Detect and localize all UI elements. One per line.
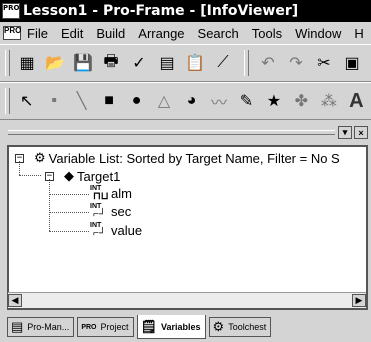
panel-grip[interactable]	[8, 130, 335, 135]
document-icon[interactable]: PRO	[3, 26, 21, 40]
tab-project[interactable]: PRO Project	[77, 317, 134, 337]
menu-help[interactable]: H	[354, 26, 363, 41]
toolbar-separator	[244, 50, 249, 76]
variable-tree[interactable]: − ⚙ Variable List: Sorted by Target Name…	[7, 145, 368, 310]
menu-tools[interactable]: Tools	[252, 26, 282, 41]
polyline-icon[interactable]: 〰	[206, 89, 231, 113]
ellipse-icon[interactable]: ●	[124, 89, 149, 113]
pie-icon[interactable]: ◕	[179, 89, 204, 113]
tab-variables[interactable]: 🗒 Variables	[136, 315, 206, 339]
tab-pro-manager[interactable]: ▤ Pro-Man...	[7, 317, 75, 337]
target-label: Target1	[77, 168, 121, 184]
menu-window[interactable]: Window	[295, 26, 341, 41]
variables-icon: 🗒	[140, 318, 158, 334]
project-icon: PRO	[81, 323, 97, 331]
window-title: Lesson1 - Pro-Frame - [InfoViewer]	[23, 3, 299, 19]
toolchest-icon: ⚙	[212, 319, 225, 334]
scroll-right-icon[interactable]: ▶	[352, 294, 366, 307]
save-icon[interactable]: 💾	[70, 51, 96, 75]
tree-leaf-variable[interactable]: INT ⌐┘ sec	[89, 203, 132, 220]
menu-arrange[interactable]: Arrange	[138, 26, 184, 41]
variable-name: alm	[111, 186, 132, 201]
calendar-icon[interactable]: ▤	[154, 51, 180, 75]
freehand-icon[interactable]: ✎	[234, 89, 259, 113]
line-icon[interactable]: ╲	[69, 89, 94, 113]
pointer-icon[interactable]: ↖	[14, 89, 39, 113]
title-bar[interactable]: PRO Lesson1 - Pro-Frame - [InfoViewer]	[0, 0, 371, 22]
menu-search[interactable]: Search	[198, 26, 239, 41]
collapse-icon[interactable]: −	[15, 153, 24, 163]
int-variable-icon: INT ⌐┘	[90, 222, 106, 239]
panel-tabs: ▤ Pro-Man... PRO Project 🗒 Variables ⚙ T…	[7, 314, 368, 340]
chart-icon[interactable]: ⟋	[210, 51, 236, 75]
panel-pin-button[interactable]: ▾	[338, 126, 352, 139]
toolbar-grip[interactable]	[5, 88, 10, 114]
check-icon[interactable]: ✓	[126, 51, 152, 75]
diamond-icon: ◆	[64, 168, 74, 183]
star-icon[interactable]: ★	[261, 89, 286, 113]
variable-name: value	[111, 223, 143, 238]
tree-line	[49, 231, 89, 232]
int-variable-icon: INT ⌐┘	[90, 203, 106, 220]
drawing-toolbar: ↖ ▪ ╲ ■ ● △ ◕ 〰 ✎ ★ ✤ ⁂ A	[0, 82, 371, 120]
pro-manager-icon: ▤	[11, 319, 24, 334]
horizontal-scrollbar[interactable]: ◀ ▶	[8, 292, 366, 308]
toolbar-grip[interactable]	[5, 50, 10, 76]
print-icon[interactable]: 🖶	[98, 51, 124, 75]
tree-root-node[interactable]: − ⚙ Variable List: Sorted by Target Name…	[15, 150, 340, 166]
menu-edit[interactable]: Edit	[61, 26, 83, 41]
shape-icon[interactable]: ✤	[289, 89, 314, 113]
cut-icon[interactable]: ✂	[311, 51, 337, 75]
tree-line	[49, 194, 89, 195]
redo-icon[interactable]: ↷	[283, 51, 309, 75]
panel-close-button[interactable]: ×	[354, 126, 368, 139]
tree-line	[49, 212, 89, 213]
undo-icon[interactable]: ↶	[255, 51, 281, 75]
rectangle-icon[interactable]: ■	[96, 89, 121, 113]
open-folder-icon[interactable]: 📂	[42, 51, 68, 75]
variable-list-icon: ⚙	[34, 150, 46, 165]
dot-icon[interactable]: ▪	[41, 89, 66, 113]
collapse-icon[interactable]: −	[45, 171, 54, 181]
standard-toolbar: ▦ 📂 💾 🖶 ✓ ▤ 📋 ⟋ ↶ ↷ ✂ ▣	[0, 44, 371, 82]
tree-leaf-variable[interactable]: INT ⌐┘ value	[89, 222, 143, 239]
menu-bar: PRO File Edit Build Arrange Search Tools…	[0, 22, 371, 44]
open-db-icon[interactable]: ▦	[14, 51, 40, 75]
tree-target-node[interactable]: − ◆ Target1	[45, 168, 120, 184]
int-variable-icon: INT ⊓⊔	[90, 185, 109, 202]
paste-icon[interactable]: ▣	[339, 51, 365, 75]
scroll-left-icon[interactable]: ◀	[8, 294, 22, 307]
variable-name: sec	[111, 204, 132, 219]
tree-line	[19, 175, 41, 176]
text-icon[interactable]: A	[344, 89, 369, 113]
tree-leaf-variable[interactable]: INT ⊓⊔ alm	[89, 185, 132, 202]
clipboard-icon[interactable]: 📋	[182, 51, 208, 75]
menu-build[interactable]: Build	[96, 26, 125, 41]
tree-line	[49, 179, 50, 231]
pattern-icon[interactable]: ⁂	[316, 89, 341, 113]
menu-file[interactable]: File	[27, 26, 48, 41]
panel-header[interactable]: ▾ ×	[0, 124, 371, 142]
tab-toolchest[interactable]: ⚙ Toolchest	[208, 317, 272, 337]
tree-root-label: Variable List: Sorted by Target Name, Fi…	[48, 150, 340, 166]
app-icon[interactable]: PRO	[2, 3, 20, 19]
polygon-icon[interactable]: △	[151, 89, 176, 113]
